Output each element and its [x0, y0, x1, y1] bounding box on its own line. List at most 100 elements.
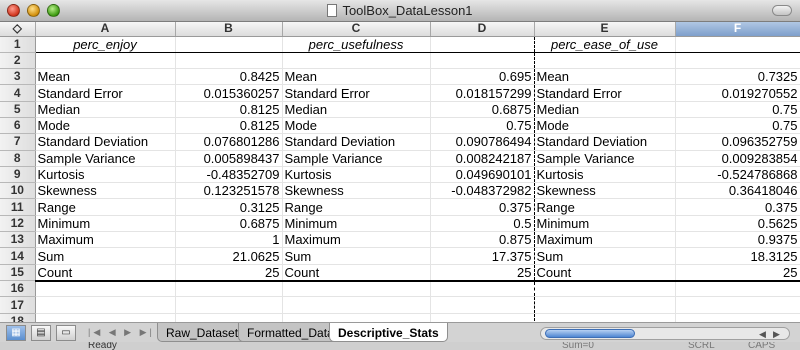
cell-b12[interactable]: 0.6875: [175, 215, 283, 233]
cell-e1[interactable]: perc_ease_of_use: [534, 36, 676, 53]
cell-b8[interactable]: 0.005898437: [175, 150, 283, 167]
cell-b15[interactable]: 25: [175, 264, 283, 282]
row-header[interactable]: 2: [0, 52, 36, 70]
cell-c17[interactable]: [282, 296, 431, 314]
cell-c15[interactable]: Count: [282, 264, 431, 282]
cell-d13[interactable]: 0.875: [430, 231, 535, 249]
cell-f15[interactable]: 25: [675, 264, 800, 282]
cell-e17[interactable]: [534, 296, 676, 314]
cell-d16[interactable]: [430, 280, 535, 298]
row-header[interactable]: 5: [0, 101, 36, 118]
row-header[interactable]: 12: [0, 215, 36, 233]
cell-a8[interactable]: Sample Variance: [35, 150, 176, 167]
cell-c13[interactable]: Maximum: [282, 231, 431, 249]
horizontal-scroll-thumb[interactable]: [545, 329, 635, 338]
cell-b10[interactable]: 0.123251578: [175, 182, 283, 200]
cell-e7[interactable]: Standard Deviation: [534, 133, 676, 151]
cell-f2[interactable]: [675, 52, 800, 70]
row-header[interactable]: 1: [0, 36, 36, 53]
column-header-e[interactable]: E: [534, 22, 676, 37]
cell-c1[interactable]: perc_usefulness: [282, 36, 431, 53]
cell-f13[interactable]: 0.9375: [675, 231, 800, 249]
cell-e5[interactable]: Median: [534, 101, 676, 118]
cell-c10[interactable]: Skewness: [282, 182, 431, 200]
cell-a11[interactable]: Range: [35, 198, 176, 216]
cell-d2[interactable]: [430, 52, 535, 70]
cell-c14[interactable]: Sum: [282, 247, 431, 265]
cell-d11[interactable]: 0.375: [430, 198, 535, 216]
cell-b5[interactable]: 0.8125: [175, 101, 283, 118]
cell-e9[interactable]: Kurtosis: [534, 166, 676, 184]
cell-b3[interactable]: 0.8425: [175, 68, 283, 86]
sheet-tab-descriptive-stats[interactable]: Descriptive_Stats: [329, 323, 448, 342]
cell-d6[interactable]: 0.75: [430, 117, 535, 135]
cell-a4[interactable]: Standard Error: [35, 84, 176, 102]
cell-c4[interactable]: Standard Error: [282, 84, 431, 102]
sheet-tab-formatted-data[interactable]: Formatted_Data: [238, 323, 343, 342]
cell-d4[interactable]: 0.018157299: [430, 84, 535, 102]
row-header[interactable]: 9: [0, 166, 36, 184]
cell-b1[interactable]: [175, 36, 283, 53]
cell-e6[interactable]: Mode: [534, 117, 676, 135]
row-header[interactable]: 10: [0, 182, 36, 200]
column-header-d[interactable]: D: [430, 22, 535, 37]
cell-f5[interactable]: 0.75: [675, 101, 800, 118]
row-header[interactable]: 14: [0, 247, 36, 265]
cell-b4[interactable]: 0.015360257: [175, 84, 283, 102]
cell-a2[interactable]: [35, 52, 176, 70]
cell-e2[interactable]: [534, 52, 676, 70]
cell-f16[interactable]: [675, 280, 800, 298]
sheet-nav-arrows[interactable]: |◀ ◀ ▶ ▶|: [88, 327, 155, 338]
cell-d3[interactable]: 0.695: [430, 68, 535, 86]
cell-f14[interactable]: 18.3125: [675, 247, 800, 265]
row-header[interactable]: 13: [0, 231, 36, 249]
row-header[interactable]: 3: [0, 68, 36, 86]
row-header[interactable]: 4: [0, 84, 36, 102]
column-header-c[interactable]: C: [282, 22, 431, 37]
page-layout-view-button[interactable]: ▤: [31, 325, 51, 341]
cell-b2[interactable]: [175, 52, 283, 70]
cell-d1[interactable]: [430, 36, 535, 53]
cell-d12[interactable]: 0.5: [430, 215, 535, 233]
cell-d14[interactable]: 17.375: [430, 247, 535, 265]
cell-a10[interactable]: Skewness: [35, 182, 176, 200]
cell-d5[interactable]: 0.6875: [430, 101, 535, 118]
cell-f9[interactable]: -0.524786868: [675, 166, 800, 184]
cell-a13[interactable]: Maximum: [35, 231, 176, 249]
cell-c3[interactable]: Mean: [282, 68, 431, 86]
sheet-tab-raw-dataset[interactable]: Raw_Dataset: [157, 323, 248, 342]
cell-e11[interactable]: Range: [534, 198, 676, 216]
cell-c8[interactable]: Sample Variance: [282, 150, 431, 167]
cell-f8[interactable]: 0.009283854: [675, 150, 800, 167]
toolbar-toggle-button[interactable]: [772, 5, 792, 16]
cell-e8[interactable]: Sample Variance: [534, 150, 676, 167]
cell-d7[interactable]: 0.090786494: [430, 133, 535, 151]
cell-b11[interactable]: 0.3125: [175, 198, 283, 216]
row-header[interactable]: 11: [0, 198, 36, 216]
cell-f10[interactable]: 0.36418046: [675, 182, 800, 200]
cell-c2[interactable]: [282, 52, 431, 70]
column-header-a[interactable]: A: [35, 22, 176, 37]
cell-c11[interactable]: Range: [282, 198, 431, 216]
cell-f17[interactable]: [675, 296, 800, 314]
cell-a1[interactable]: perc_enjoy: [35, 36, 176, 53]
cell-a9[interactable]: Kurtosis: [35, 166, 176, 184]
page-break-preview-button[interactable]: ▭: [56, 325, 76, 341]
select-all-corner[interactable]: ◇: [0, 22, 36, 37]
cell-e16[interactable]: [534, 280, 676, 298]
row-header[interactable]: 8: [0, 150, 36, 167]
cell-f7[interactable]: 0.096352759: [675, 133, 800, 151]
cell-c5[interactable]: Median: [282, 101, 431, 118]
cell-d10[interactable]: -0.048372982: [430, 182, 535, 200]
row-header[interactable]: 16: [0, 280, 36, 298]
cell-e3[interactable]: Mean: [534, 68, 676, 86]
cell-a5[interactable]: Median: [35, 101, 176, 118]
cell-a16[interactable]: [35, 280, 176, 298]
cell-b17[interactable]: [175, 296, 283, 314]
cell-b14[interactable]: 21.0625: [175, 247, 283, 265]
horizontal-scrollbar[interactable]: ◀ ▶: [540, 327, 790, 340]
cell-f6[interactable]: 0.75: [675, 117, 800, 135]
cell-a7[interactable]: Standard Deviation: [35, 133, 176, 151]
cell-f11[interactable]: 0.375: [675, 198, 800, 216]
cell-b9[interactable]: -0.48352709: [175, 166, 283, 184]
